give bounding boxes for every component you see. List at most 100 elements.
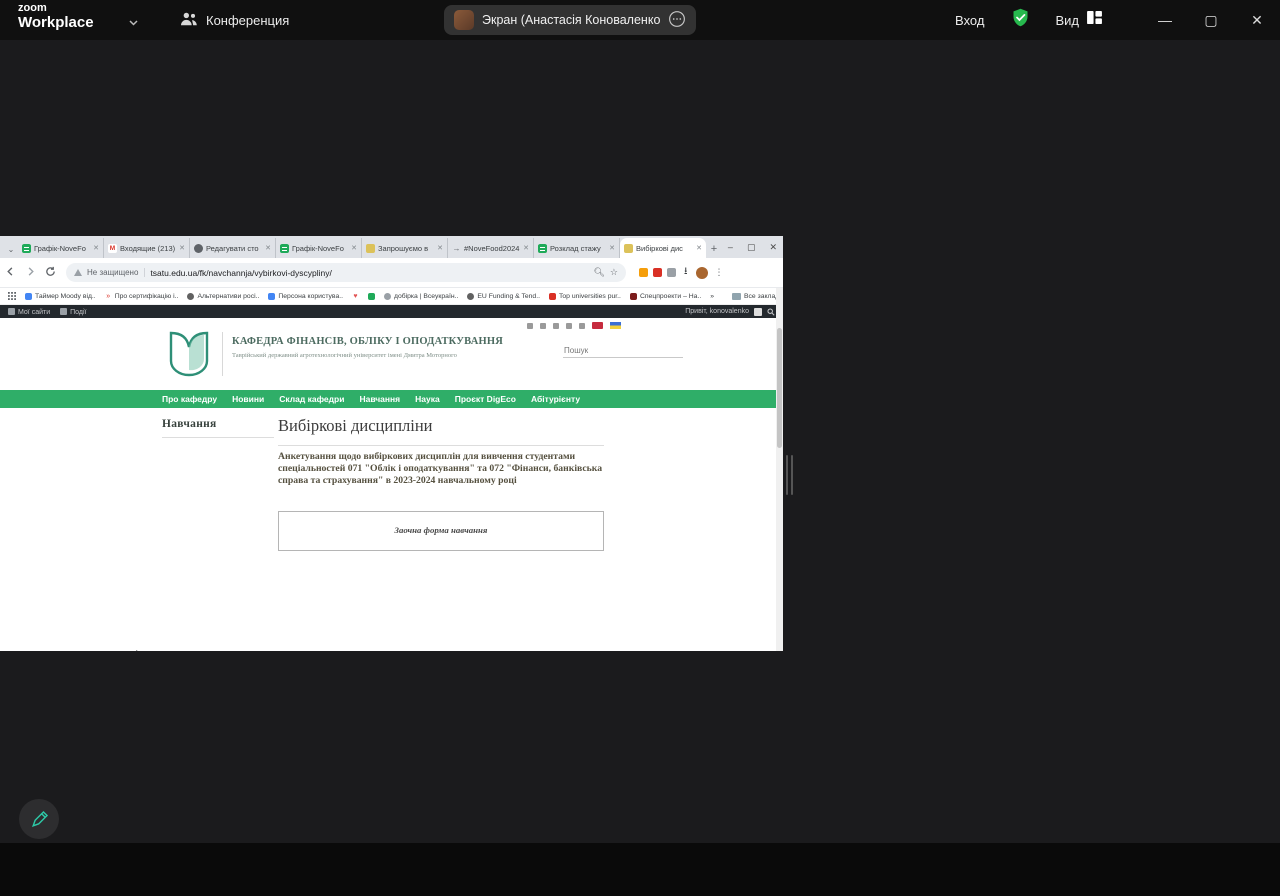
bookmark-item[interactable]: Спецпроекти – На.. — [629, 292, 701, 300]
zoom-page-icon[interactable]: 🔍︎ — [593, 267, 604, 278]
tab-title: Входящие (213) — [120, 243, 176, 253]
site-nav-item[interactable]: Наука — [415, 394, 440, 404]
browser-tab[interactable]: Розклад стажу ✕ — [534, 238, 620, 258]
house-icon — [60, 307, 68, 315]
bookmark-item[interactable]: добірка | Всеукраїн.. — [384, 292, 459, 300]
wp-site-link[interactable]: Події — [60, 307, 86, 316]
minimize-button[interactable]: — — [1142, 12, 1188, 28]
site-title: КАФЕДРА ФІНАНСІВ, ОБЛІКУ І ОПОДАТКУВАННЯ — [232, 336, 504, 347]
browser-close-button[interactable]: ✕ — [769, 242, 777, 253]
tab-close-icon[interactable]: ✕ — [179, 244, 185, 252]
new-tab-button[interactable]: + — [706, 243, 722, 255]
meeting-stage: ⌄ Графік-NoveFo ✕ M Входящие (213) ✕ Редагува… — [0, 40, 1280, 843]
dark-bookmark-icon — [629, 292, 637, 300]
bookmark-star-icon[interactable]: ☆ — [610, 267, 618, 278]
security-label[interactable]: Не защищено — [87, 268, 146, 277]
extension-icon[interactable] — [639, 268, 648, 277]
back-icon[interactable] — [0, 264, 20, 282]
site-nav-item[interactable]: Про кафедру — [162, 394, 217, 404]
red-bookmark-icon — [548, 292, 556, 300]
site-top-icons — [527, 322, 621, 329]
site-nav-item[interactable]: Навчання — [359, 394, 400, 404]
department-logo[interactable] — [167, 329, 211, 382]
annotate-button[interactable] — [19, 799, 59, 839]
bookmark-label: Top universities pur.. — [558, 292, 621, 300]
layout-grid-icon[interactable] — [1087, 11, 1102, 29]
logo-text-workplace: Workplace — [18, 13, 94, 31]
zoom-titlebar: zoom Workplace Конференция Экран (Анаста… — [0, 0, 1280, 40]
tab-title: Графік-NoveFo — [34, 243, 86, 253]
chevron-down-icon[interactable] — [128, 14, 139, 32]
site-header: КАФЕДРА ФІНАНСІВ, ОБЛІКУ І ОПОДАТКУВАННЯ… — [0, 318, 783, 390]
tab-close-icon[interactable]: ✕ — [265, 244, 271, 252]
tab-close-icon[interactable]: ✕ — [609, 244, 615, 252]
browser-profile-avatar[interactable] — [695, 266, 708, 279]
browser-maximize-button[interactable]: ▢ — [747, 242, 756, 253]
apps-grid-icon[interactable] — [8, 287, 16, 305]
tab-close-icon[interactable]: ✕ — [696, 244, 702, 252]
not-secure-icon — [74, 269, 82, 276]
bookmark-item[interactable] — [368, 292, 375, 300]
globe-bookmark-icon — [467, 292, 475, 300]
wp-my-sites[interactable]: Мої сайти — [8, 307, 50, 316]
address-bar[interactable]: Не защищено tsatu.edu.ua/fk/navchannja/v… — [66, 263, 626, 282]
social-badge-icon[interactable] — [592, 322, 603, 329]
forward-icon[interactable] — [20, 264, 40, 282]
gray-bookmark-icon — [384, 292, 391, 300]
bookmark-item[interactable]: Персона користува.. — [268, 292, 343, 300]
site-search-input[interactable] — [563, 344, 683, 358]
close-button[interactable]: ✕ — [1234, 12, 1280, 29]
bookmarks-overflow[interactable]: » — [710, 293, 714, 300]
browser-tab[interactable]: Вибіркові дис ✕ — [620, 238, 706, 258]
site-nav-item[interactable]: Проєкт DigEco — [455, 394, 516, 404]
tab-conference[interactable]: Конференция — [180, 0, 289, 40]
mouse-cursor — [136, 650, 149, 651]
reload-icon[interactable] — [40, 264, 60, 282]
bookmark-item[interactable]: » Про сертифікацію і.. — [105, 293, 178, 300]
browser-tab[interactable]: Графік-NoveFo ✕ — [276, 238, 362, 258]
bookmark-item[interactable]: Таймер Moody від.. — [25, 292, 96, 300]
tab-close-icon[interactable]: ✕ — [93, 244, 99, 252]
browser-menu-icon[interactable]: ⋮ — [715, 267, 724, 278]
bookmark-label: EU Funding & Tend.. — [477, 292, 540, 300]
browser-tab[interactable]: → #NoveFood2024 ✕ — [448, 238, 534, 258]
site-nav-item[interactable]: Склад кафедри — [279, 394, 344, 404]
ellipsis-circle-icon[interactable] — [668, 10, 686, 31]
tab-close-icon[interactable]: ✕ — [351, 244, 357, 252]
view-button[interactable]: Вид — [1055, 13, 1079, 28]
browser-tab[interactable]: Графік-NoveFo ✕ — [18, 238, 104, 258]
browser-tab[interactable]: Редагувати сто ✕ — [190, 238, 276, 258]
download-icon[interactable]: ⭳ — [684, 264, 688, 281]
bookmark-item[interactable]: ♥ — [352, 293, 359, 300]
wp-search-icon[interactable] — [767, 307, 775, 316]
bookmark-label: добірка | Всеукраїн.. — [394, 292, 459, 300]
tab-title: Розклад стажу — [550, 243, 601, 253]
browser-tab[interactable]: Запрошуємо в ✕ — [362, 238, 448, 258]
extension-icon[interactable] — [667, 268, 676, 277]
browser-scrollbar[interactable] — [776, 288, 783, 651]
page-title: Вибіркові дисципліни — [278, 416, 433, 435]
browser-minimize-button[interactable]: – — [728, 242, 733, 252]
browser-tab[interactable]: M Входящие (213) ✕ — [104, 238, 190, 258]
site-nav-item[interactable]: Новини — [232, 394, 264, 404]
tab-screen-share[interactable]: Экран (Анастасія Коноваленко — [444, 5, 697, 35]
bookmark-item[interactable]: EU Funding & Tend.. — [467, 292, 540, 300]
arrow-favicon-icon: → — [452, 243, 461, 253]
bookmark-item[interactable]: Top universities pur.. — [548, 292, 621, 300]
extension-icon[interactable] — [653, 268, 662, 277]
bookmark-item[interactable]: Альтернативи росі.. — [187, 292, 259, 300]
site-nav-item[interactable]: Абітурієнту — [531, 394, 580, 404]
url-text[interactable]: tsatu.edu.ua/fk/navchannja/vybirkovi-dys… — [150, 268, 588, 278]
tab-close-icon[interactable]: ✕ — [437, 244, 443, 252]
ukraine-flag-icon[interactable] — [610, 322, 621, 329]
tab-title: Вибіркові дис — [636, 243, 683, 253]
login-button[interactable]: Вход — [955, 13, 984, 28]
security-shield-icon[interactable] — [1010, 7, 1031, 33]
tab-search-chevron-icon[interactable]: ⌄ — [4, 245, 18, 254]
wp-greeting[interactable]: Привіт, konovalenko — [685, 308, 749, 315]
tab-close-icon[interactable]: ✕ — [523, 244, 529, 252]
globe-favicon-icon — [194, 243, 203, 253]
maximize-button[interactable]: ▢ — [1188, 12, 1234, 29]
blue-bookmark-icon — [25, 292, 32, 300]
panel-resize-handle[interactable] — [786, 455, 793, 495]
